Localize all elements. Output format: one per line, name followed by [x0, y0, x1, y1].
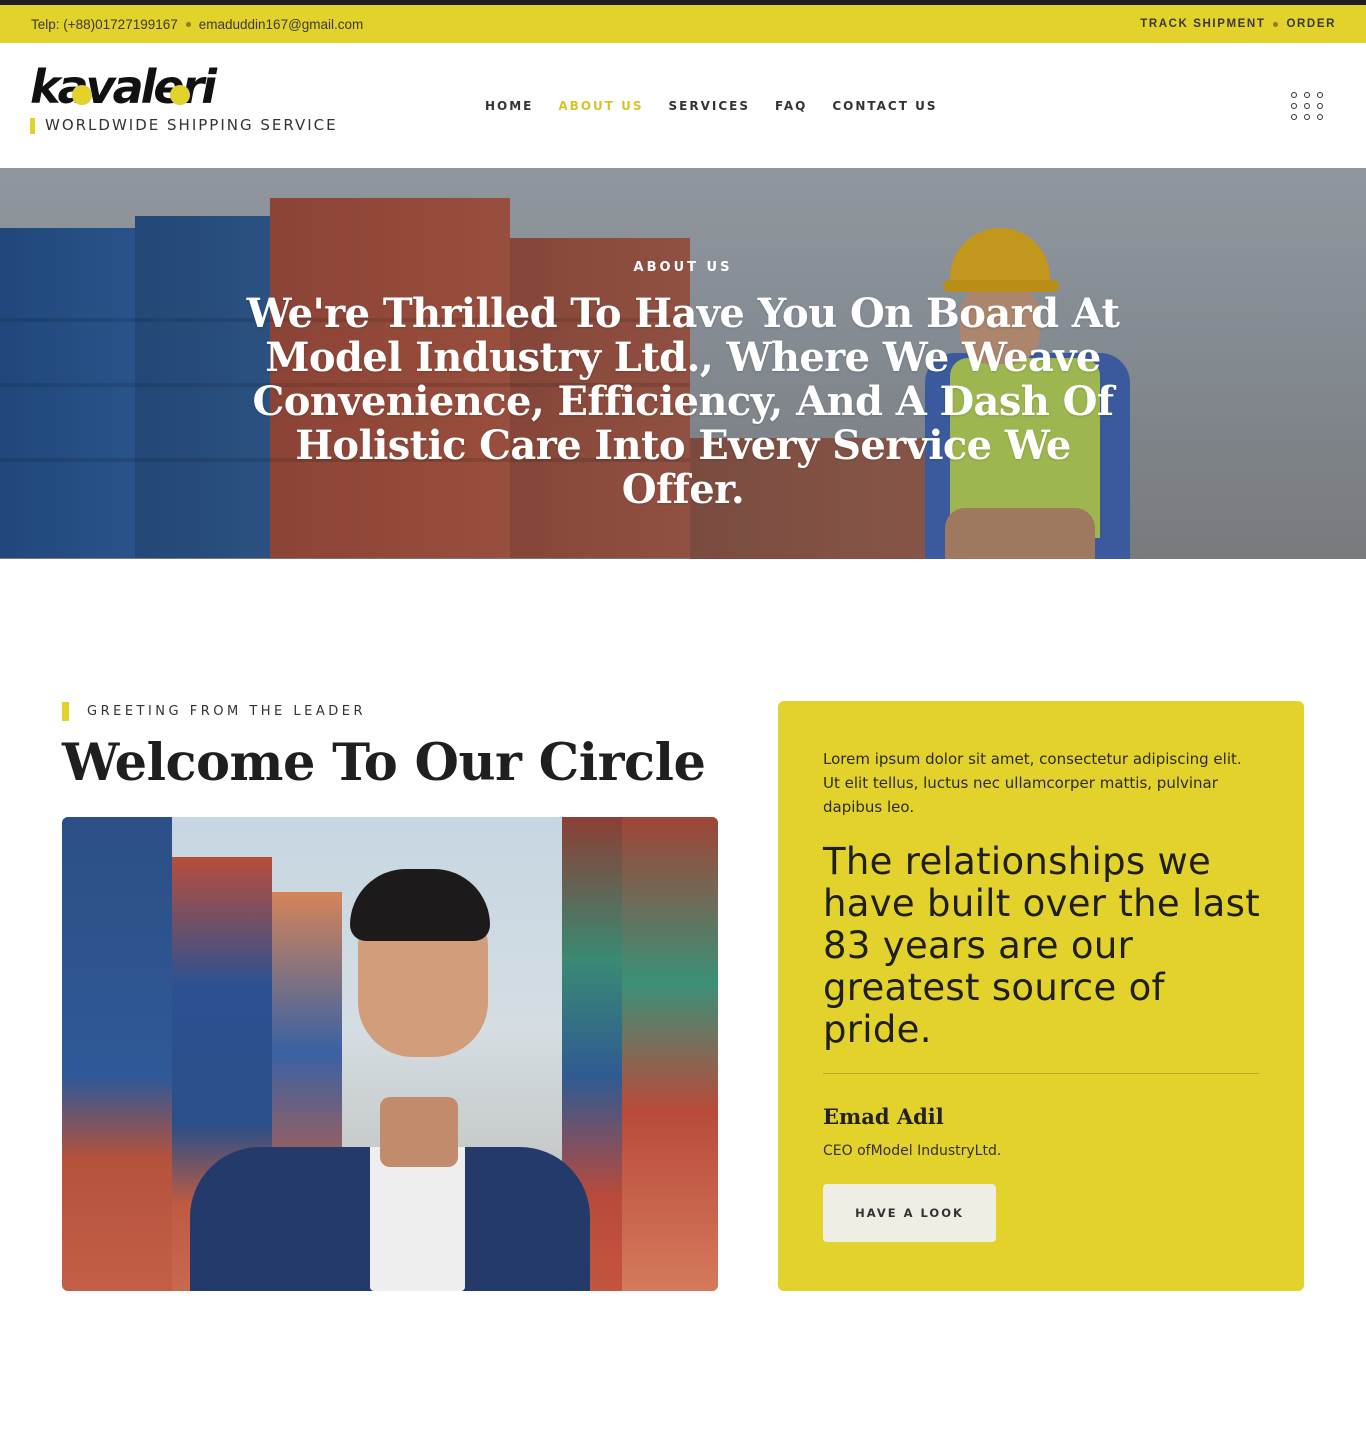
leader-photo	[62, 817, 718, 1291]
top-links: TRACK SHIPMENT ORDER	[1140, 5, 1336, 43]
nav-services[interactable]: SERVICES	[669, 99, 750, 113]
nav-about-us[interactable]: ABOUT US	[558, 99, 643, 113]
contact-info: Telp: (+88)01727199167 emaduddin167@gmai…	[31, 5, 363, 43]
logo-dot	[72, 85, 92, 105]
nav-faq[interactable]: FAQ	[775, 99, 807, 113]
logo[interactable]: kavaleri	[30, 61, 290, 113]
nav-home[interactable]: HOME	[485, 99, 533, 113]
card-intro: Lorem ipsum dolor sit amet, consectetur …	[823, 750, 1242, 816]
hero-title: We're Thrilled To Have You On Board At M…	[246, 290, 1120, 513]
section-title: Welcome To Our Circle	[62, 733, 706, 793]
site-header: kavaleri WORLDWIDE SHIPPING SERVICE HOME…	[0, 43, 1366, 168]
nav-contact-us[interactable]: CONTACT US	[832, 99, 937, 113]
info-bar: Telp: (+88)01727199167 emaduddin167@gmai…	[0, 5, 1366, 43]
phone-text: Telp: (+88)01727199167	[31, 16, 178, 32]
email-link[interactable]: emaduddin167@gmail.com	[199, 17, 364, 32]
hero-banner: ABOUT US We're Thrilled To Have You On B…	[0, 168, 1366, 559]
quote-card: Lorem ipsum dolor sit amet, consectetur …	[778, 701, 1304, 1291]
separator-dot	[1273, 21, 1279, 27]
main-nav: HOME ABOUT US SERVICES FAQ CONTACT US	[485, 43, 962, 168]
tagline: WORLDWIDE SHIPPING SERVICE	[45, 116, 338, 134]
logo-dot	[170, 85, 190, 105]
card-quote: The relationships we have built over the…	[823, 840, 1260, 1051]
order-link[interactable]: ORDER	[1286, 18, 1336, 30]
hero-subtitle: ABOUT US	[633, 260, 733, 275]
section-eyebrow: GREETING FROM THE LEADER	[87, 704, 366, 719]
author-name: Emad Adil	[823, 1104, 944, 1129]
tagline-accent	[30, 118, 35, 134]
card-divider	[823, 1073, 1259, 1074]
have-a-look-button[interactable]: HAVE A LOOK	[823, 1184, 996, 1242]
author-role: CEO ofModel IndustryLtd.	[823, 1143, 1002, 1159]
eyebrow-accent	[62, 702, 69, 721]
track-shipment-link[interactable]: TRACK SHIPMENT	[1140, 18, 1265, 30]
separator-dot	[185, 21, 191, 27]
grid-menu-icon[interactable]	[1291, 92, 1325, 120]
